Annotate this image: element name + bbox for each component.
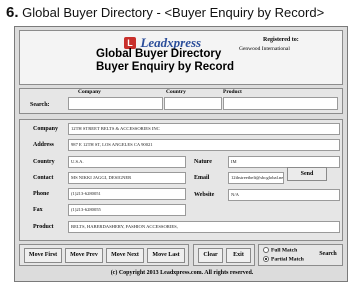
website-field[interactable]: N/A	[228, 189, 340, 201]
full-match-option[interactable]: Full Match	[263, 247, 297, 253]
move-prev-button[interactable]: Move Prev	[65, 248, 103, 263]
contact-field[interactable]: MS NIKKI JAGGI, DESIGNER	[68, 172, 186, 184]
partial-match-option[interactable]: Partial Match	[263, 256, 304, 262]
app-window: L Leadxpress Global Buyer Directory Buye…	[14, 26, 348, 282]
country-field[interactable]: U.S.A.	[68, 156, 186, 168]
address-field[interactable]: 987 E 12TH ST, LOS ANGELES CA 90021	[68, 139, 340, 151]
send-button[interactable]: Send	[287, 167, 327, 181]
search-product-input[interactable]	[223, 97, 338, 110]
email-field[interactable]: 12thstreetbelt@sbcglobal.net	[228, 172, 284, 184]
move-first-button[interactable]: Move First	[24, 248, 62, 263]
email-label: Email	[194, 175, 210, 181]
phone-field[interactable]: (1)213-6280051	[68, 188, 186, 200]
logo-icon: L	[124, 36, 136, 49]
record-panel: Company 12TH STREET BELTS & ACCESSORIES …	[19, 119, 343, 241]
company-field[interactable]: 12TH STREET BELTS & ACCESSORIES INC	[68, 123, 340, 135]
app-subtitle: Buyer Enquiry by Record	[96, 61, 235, 73]
move-next-button[interactable]: Move Next	[106, 248, 144, 263]
fax-field[interactable]: (1)213-6280055	[68, 204, 186, 216]
company-label: Company	[33, 126, 59, 132]
search-panel: Company Country Product Search:	[19, 88, 343, 114]
move-last-button[interactable]: Move Last	[147, 248, 185, 263]
search-country-input[interactable]	[164, 97, 222, 110]
address-label: Address	[33, 142, 54, 148]
product-field[interactable]: BELTS, HABERDASHERY, FASHION ACCESSORIES…	[68, 221, 340, 233]
actions-panel: Clear Exit	[193, 244, 255, 266]
caption-text: Global Buyer Directory - <Buyer Enquiry …	[22, 5, 325, 20]
exit-button[interactable]: Exit	[226, 248, 251, 263]
fax-label: Fax	[33, 207, 43, 213]
caption-number: 6.	[6, 4, 19, 21]
page-caption: 6. Global Buyer Directory - <Buyer Enqui…	[6, 4, 324, 21]
registered-label: Registered to:	[263, 37, 299, 43]
search-column-product: Product	[223, 89, 242, 95]
nature-label: Nature	[194, 159, 212, 165]
full-match-label: Full Match	[271, 247, 298, 254]
contact-label: Contact	[33, 175, 54, 181]
phone-label: Phone	[33, 191, 50, 197]
search-column-country: Country	[166, 89, 186, 95]
copyright-text: (c) Copyright 2013 Leadxpress.com. All r…	[110, 270, 254, 276]
search-company-input[interactable]	[68, 97, 163, 110]
navigation-panel: Move First Move Prev Move Next Move Last	[19, 244, 189, 266]
app-title: Global Buyer Directory	[96, 48, 222, 60]
header-panel: L Leadxpress Global Buyer Directory Buye…	[19, 30, 343, 85]
partial-match-label: Partial Match	[271, 256, 304, 263]
search-button[interactable]: Search	[315, 248, 341, 263]
search-column-company: Company	[78, 89, 101, 95]
match-panel: Full Match Partial Match Search	[258, 244, 343, 266]
website-label: Website	[194, 192, 215, 198]
country-label: Country	[33, 159, 55, 165]
clear-button[interactable]: Clear	[198, 248, 223, 263]
product-label: Product	[33, 224, 54, 230]
registered-value: Genwood International	[239, 46, 290, 52]
search-label: Search:	[30, 102, 50, 108]
full-match-radio[interactable]	[263, 247, 269, 253]
partial-match-radio[interactable]	[263, 256, 269, 262]
